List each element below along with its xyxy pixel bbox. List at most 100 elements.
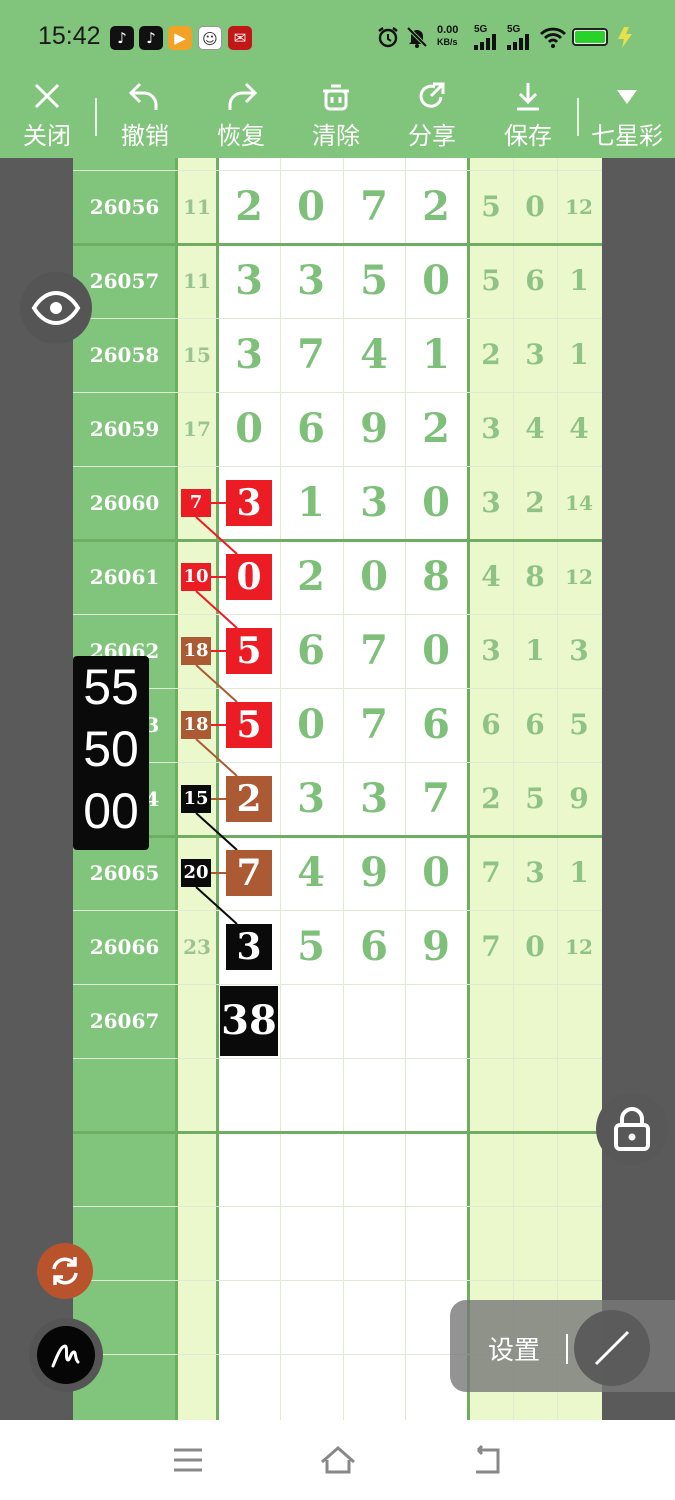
toolbar-label: 保存: [504, 122, 552, 150]
tail-cell: 3: [525, 338, 545, 371]
current-draw-highlight: 38: [220, 986, 278, 1056]
digit-cell: 4: [297, 849, 325, 896]
download-icon: [517, 83, 539, 111]
tail-cell: 1: [525, 634, 545, 667]
tiktok-icon: ♪: [110, 26, 134, 50]
tail-cell: 12: [565, 195, 593, 219]
digit-cell: 2: [422, 183, 450, 230]
visibility-toggle-button[interactable]: [20, 272, 92, 344]
undo-icon: [128, 82, 158, 110]
back-icon[interactable]: [470, 1440, 504, 1480]
share-button[interactable]: 分享: [397, 80, 467, 151]
lottery-chart-grid[interactable]: 26056 11 2 0 7 2 5 0 12 26057 11 3 3 5 0 5 6 1 26058 15 3 7 4 1…: [73, 158, 602, 1420]
sum-highlight: 20: [181, 859, 211, 887]
trash-icon: [323, 84, 349, 111]
sum-highlight: 18: [181, 637, 211, 665]
status-bar: 15:42 ♪ ♪ ▶ ☺ ✉ 0.00 KB/s 5G 5G: [0, 0, 675, 72]
digit-cell: 2: [422, 405, 450, 452]
digit-cell: 7: [360, 627, 388, 674]
avatar-app-icon: ☺: [198, 26, 222, 50]
digit-highlight: 3: [226, 480, 272, 526]
tail-cell: 12: [565, 565, 593, 589]
tail-cell: 1: [569, 264, 589, 297]
digit-cell: 6: [360, 923, 388, 970]
side-number-panel: 55 50 00: [73, 656, 149, 850]
period-cell: 26060: [89, 491, 160, 515]
undo-button[interactable]: 撤销: [110, 80, 180, 151]
eye-icon: [31, 290, 81, 326]
tail-cell: 6: [481, 708, 501, 741]
digit-cell: 7: [360, 701, 388, 748]
tail-cell: 5: [569, 708, 589, 741]
digit-highlight: 3: [226, 924, 272, 970]
redo-button[interactable]: 恢复: [206, 80, 276, 151]
tail-cell: 8: [525, 560, 545, 593]
tail-cell: 2: [481, 782, 501, 815]
sum-cell: 15: [183, 343, 211, 367]
refresh-button[interactable]: [37, 1243, 93, 1299]
tail-cell: 3: [481, 486, 501, 519]
sum-highlight: 10: [181, 563, 211, 591]
close-button[interactable]: 关闭: [12, 80, 82, 151]
period-cell: 26066: [89, 935, 160, 959]
digit-cell: 3: [235, 331, 263, 378]
redo-icon: [228, 82, 258, 110]
digit-cell: 2: [297, 553, 325, 600]
side-number: 50: [83, 721, 139, 777]
signal-icon: [507, 34, 529, 50]
lock-button[interactable]: [596, 1093, 668, 1165]
charging-icon: [618, 27, 632, 48]
close-icon: [34, 83, 60, 109]
tail-cell: 14: [565, 491, 593, 515]
period-cell: 26059: [89, 417, 160, 441]
digit-cell: 5: [360, 257, 388, 304]
share-icon: [419, 82, 445, 108]
digit-cell: 2: [235, 183, 263, 230]
tail-cell: 2: [481, 338, 501, 371]
digit-cell: 0: [422, 627, 450, 674]
net-speed: 0.00 KB/s: [437, 24, 459, 47]
line-tool-button[interactable]: [574, 1310, 650, 1386]
pen-button[interactable]: [37, 1326, 95, 1384]
toolbar-label: 清除: [312, 122, 360, 150]
wifi-icon: [540, 27, 566, 48]
sum-cell: 11: [183, 195, 211, 219]
alarm-icon: [378, 27, 398, 48]
digit-cell: 6: [297, 627, 325, 674]
tail-cell: 7: [481, 856, 501, 889]
tail-cell: 0: [525, 930, 545, 963]
digit-cell: 3: [297, 257, 325, 304]
digit-cell: 6: [422, 701, 450, 748]
period-cell: 26061: [89, 565, 160, 589]
sum-highlight: 18: [181, 711, 211, 739]
save-button[interactable]: 保存: [493, 80, 563, 151]
tail-cell: 1: [569, 856, 589, 889]
tail-cell: 7: [481, 930, 501, 963]
tail-cell: 0: [525, 190, 545, 223]
video-app-icon: ▶: [168, 26, 192, 50]
tail-cell: 1: [569, 338, 589, 371]
clear-button[interactable]: 清除: [301, 80, 371, 151]
side-number: 00: [83, 783, 139, 839]
digit-cell: 3: [360, 479, 388, 526]
digit-cell: 0: [297, 183, 325, 230]
toolbar-label: 撤销: [121, 122, 169, 150]
mute-icon: [406, 26, 428, 48]
tail-cell: 5: [481, 264, 501, 297]
digit-cell: 4: [360, 331, 388, 378]
settings-divider: [566, 1334, 568, 1364]
sum-cell: 17: [183, 417, 211, 441]
tail-cell: 4: [569, 412, 589, 445]
settings-button[interactable]: 设置: [488, 1330, 540, 1367]
battery-icon: [572, 28, 608, 46]
tail-cell: 3: [525, 856, 545, 889]
shop-app-icon: ✉: [228, 26, 252, 50]
home-icon[interactable]: [318, 1440, 358, 1480]
toolbar-divider: [95, 98, 97, 136]
menu-icon[interactable]: [171, 1440, 205, 1480]
tail-cell: 5: [525, 782, 545, 815]
digit-cell: 9: [360, 405, 388, 452]
tail-cell: 4: [525, 412, 545, 445]
lottery-type-dropdown[interactable]: 七星彩: [586, 80, 668, 151]
toolbar-label: 关闭: [23, 122, 71, 150]
